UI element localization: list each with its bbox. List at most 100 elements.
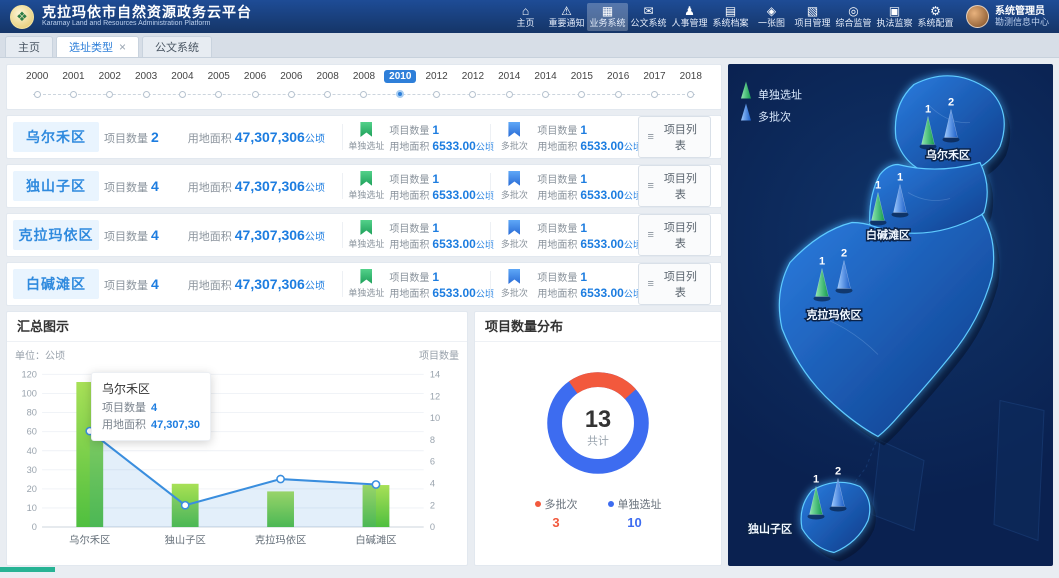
close-icon[interactable]: ×	[119, 42, 126, 52]
year-dot[interactable]	[636, 91, 672, 98]
avatar[interactable]	[966, 5, 989, 28]
tab-label: 主页	[18, 39, 40, 55]
gear-icon: ⚙	[915, 5, 956, 18]
year-dot[interactable]	[346, 91, 382, 98]
year-labels: 2000200120022003200420052006200620082008…	[19, 71, 709, 82]
nav-map[interactable]: ◈一张图	[751, 3, 792, 31]
nav-label: 系统档案	[710, 18, 751, 28]
year-dot[interactable]	[19, 91, 55, 98]
year-dot[interactable]	[92, 91, 128, 98]
bar-line-chart-area: 120100806040302010014121086420乌尔禾区独山子区克拉…	[7, 362, 467, 573]
line-point[interactable]	[277, 475, 284, 482]
year-dot[interactable]	[382, 90, 418, 98]
nav-archive[interactable]: ▤系统档案	[710, 3, 751, 31]
divider	[342, 271, 343, 297]
user-info[interactable]: 系统管理员 勘测信息中心	[966, 5, 1049, 28]
scrollbar-thumb[interactable]	[0, 567, 55, 572]
divider	[342, 173, 343, 199]
map-icon: ◈	[751, 5, 792, 18]
year-dot[interactable]	[273, 91, 309, 98]
svg-text:乌尔禾区: 乌尔禾区	[69, 534, 110, 547]
nav-business[interactable]: ▦业务系统	[587, 3, 628, 31]
nav-home[interactable]: ⌂主页	[505, 3, 546, 31]
tab-label: 选址类型	[69, 39, 113, 55]
svg-text:10: 10	[430, 413, 440, 423]
year-dot[interactable]	[418, 91, 454, 98]
year-item[interactable]: 2002	[92, 71, 128, 82]
tab-item-0[interactable]: 主页	[5, 36, 53, 57]
year-item[interactable]: 2010	[382, 71, 418, 82]
list-icon: ≡	[647, 180, 653, 192]
year-dot[interactable]	[164, 91, 200, 98]
year-item[interactable]: 2017	[636, 71, 672, 82]
project-list-button[interactable]: ≡项目列表	[638, 116, 711, 158]
svg-text:2: 2	[841, 248, 847, 260]
district-name: 独山子区	[13, 171, 99, 201]
year-item[interactable]: 2005	[201, 71, 237, 82]
nav-project[interactable]: ▧项目管理	[792, 3, 833, 31]
year-item[interactable]: 2016	[600, 71, 636, 82]
year-item[interactable]: 2001	[55, 71, 91, 82]
year-dot[interactable]	[201, 91, 237, 98]
nav-notice[interactable]: ⚠重要通知	[546, 3, 587, 31]
legend-item[interactable]: 单独选址10	[608, 496, 662, 530]
year-item[interactable]: 2018	[673, 71, 709, 82]
map-panel[interactable]: 乌尔禾区白碱滩区克拉玛依区独山子区12111212单独选址多批次	[728, 64, 1053, 566]
year-dot[interactable]	[673, 91, 709, 98]
year-item[interactable]: 2012	[418, 71, 454, 82]
nav-people[interactable]: ♟人事管理	[669, 3, 710, 31]
tab-item-2[interactable]: 公文系统	[142, 36, 212, 57]
app-subtitle: Karamay Land and Resources Administratio…	[42, 20, 252, 28]
year-dot[interactable]	[237, 91, 273, 98]
nav-law[interactable]: ▣执法监察	[874, 3, 915, 31]
single-flag-icon	[360, 220, 372, 235]
home-icon: ⌂	[505, 5, 546, 18]
year-item[interactable]: 2008	[310, 71, 346, 82]
nav-gear[interactable]: ⚙系统配置	[915, 3, 956, 31]
single-flag-icon	[360, 122, 372, 137]
nav-document[interactable]: ✉公文系统	[628, 3, 669, 31]
year-dot[interactable]	[455, 91, 491, 98]
year-item[interactable]: 2000	[19, 71, 55, 82]
summary-chart-title: 汇总图示	[7, 312, 467, 342]
year-dot[interactable]	[128, 91, 164, 98]
project-list-button[interactable]: ≡项目列表	[638, 263, 711, 305]
year-item[interactable]: 2015	[564, 71, 600, 82]
svg-text:2: 2	[430, 500, 435, 510]
year-item[interactable]: 2012	[455, 71, 491, 82]
legend-item[interactable]: 多批次3	[535, 496, 578, 530]
notice-icon: ⚠	[546, 5, 587, 18]
year-item[interactable]: 2006	[273, 71, 309, 82]
year-item[interactable]: 2014	[527, 71, 563, 82]
nav-label: 主页	[505, 18, 546, 28]
karamay-map[interactable]: 乌尔禾区白碱滩区克拉玛依区独山子区12111212单独选址多批次	[728, 64, 1053, 566]
line-point[interactable]	[372, 481, 379, 488]
year-item[interactable]: 2004	[164, 71, 200, 82]
nav-monitor[interactable]: ◎综合监管	[833, 3, 874, 31]
year-dot[interactable]	[564, 91, 600, 98]
svg-text:10: 10	[27, 503, 37, 513]
year-dot[interactable]	[491, 91, 527, 98]
year-dot[interactable]	[310, 91, 346, 98]
land-area-stat: 用地面积47,307,306公顷	[188, 129, 338, 146]
tab-item-1[interactable]: 选址类型 ×	[56, 36, 139, 57]
map-legend-item: 多批次	[741, 104, 791, 124]
year-dot[interactable]	[600, 91, 636, 98]
single-site-block: 单独选址	[348, 220, 384, 250]
year-item[interactable]: 2008	[346, 71, 382, 82]
year-dot[interactable]	[55, 91, 91, 98]
app-titles: 克拉玛依市自然资源政务云平台 Karamay Land and Resource…	[42, 5, 252, 28]
tooltip-title: 乌尔禾区	[102, 380, 200, 397]
project-list-button[interactable]: ≡项目列表	[638, 214, 711, 256]
year-item[interactable]: 2006	[237, 71, 273, 82]
year-item[interactable]: 2003	[128, 71, 164, 82]
year-dot[interactable]	[527, 91, 563, 98]
svg-text:1: 1	[925, 104, 931, 116]
project-list-button[interactable]: ≡项目列表	[638, 165, 711, 207]
year-item[interactable]: 2014	[491, 71, 527, 82]
map-region[interactable]	[779, 215, 993, 437]
user-org: 勘测信息中心	[995, 17, 1049, 27]
user-name: 系统管理员	[995, 6, 1049, 18]
line-point[interactable]	[182, 502, 189, 509]
svg-text:20: 20	[27, 484, 37, 494]
